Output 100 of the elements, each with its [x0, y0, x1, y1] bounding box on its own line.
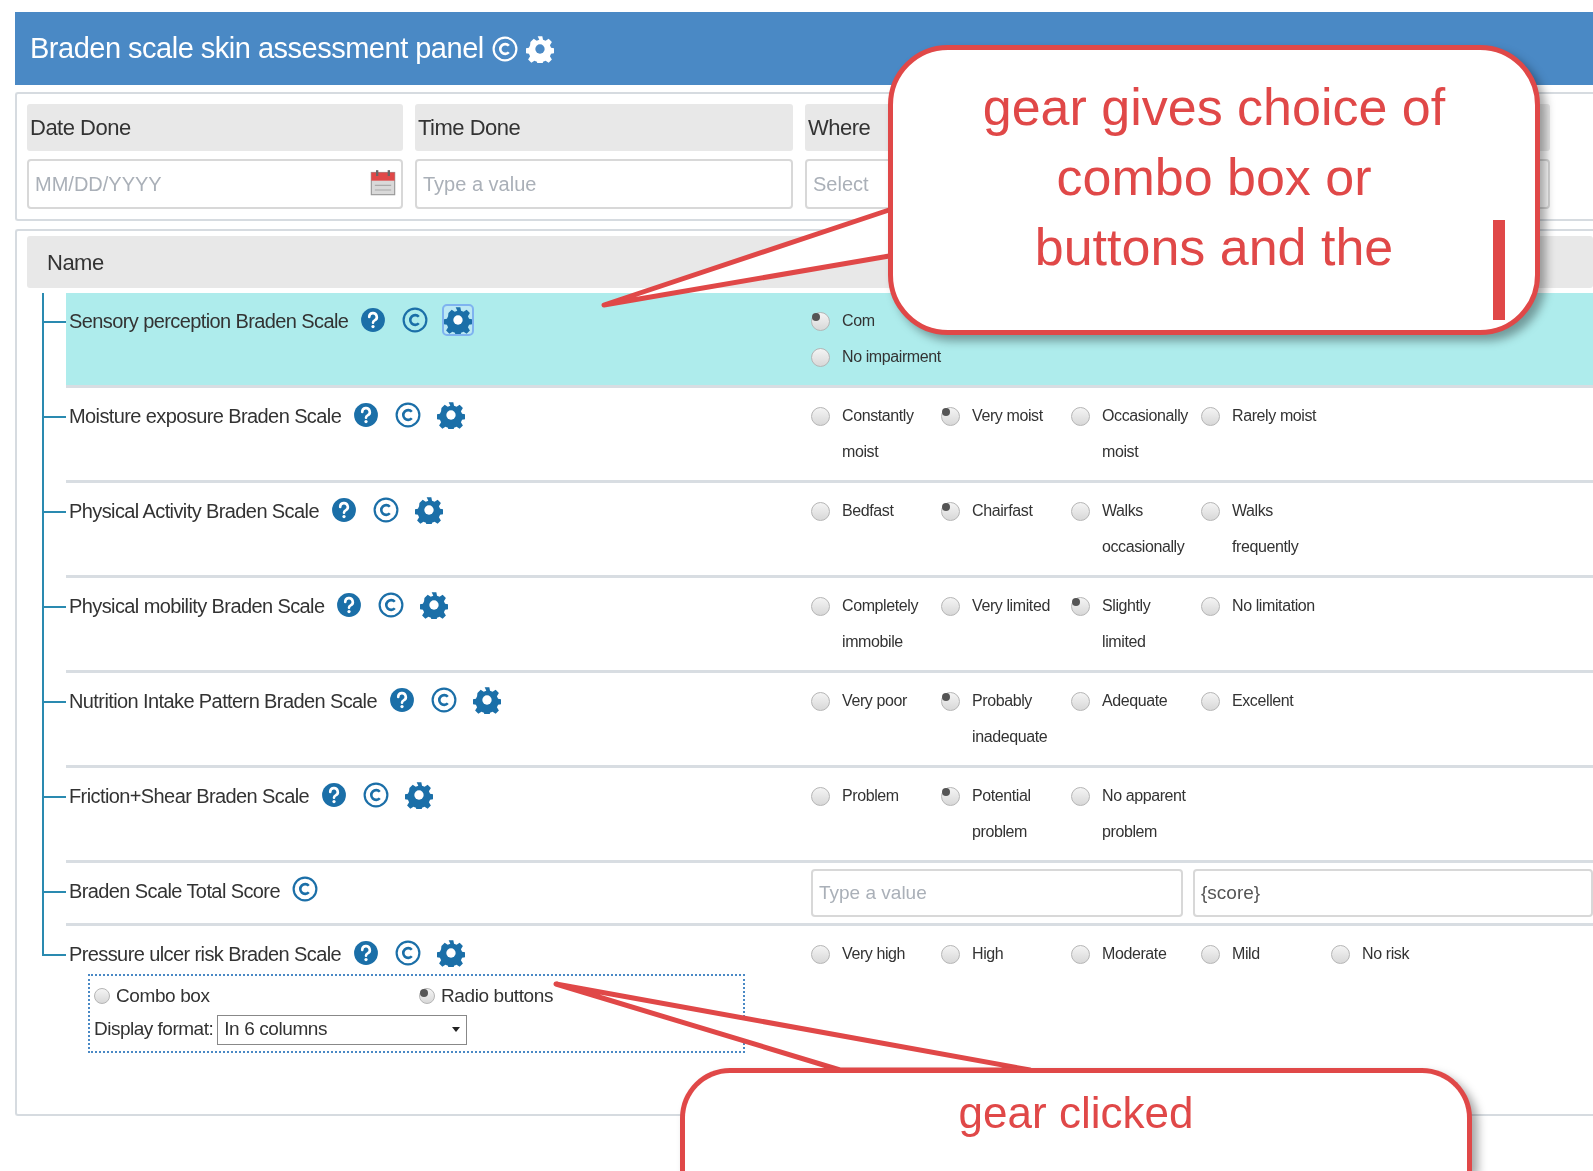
callout-text: gear gives choice of combo box or buttons and the [981, 77, 1447, 278]
copyright-icon [291, 876, 318, 902]
radio-button[interactable] [1071, 502, 1090, 521]
radio-button[interactable] [1201, 692, 1220, 711]
help-icon[interactable] [336, 592, 363, 618]
row-label: Friction+Shear Braden Scale [69, 784, 310, 809]
help-icon[interactable] [360, 307, 387, 333]
radio-button[interactable] [941, 597, 960, 616]
option-label[interactable]: No impairment [842, 339, 941, 375]
row-label: Physical Activity Braden Scale [69, 499, 319, 524]
row-label: Nutrition Intake Pattern Braden Scale [69, 689, 377, 714]
radio-button[interactable] [1201, 407, 1220, 426]
option-label[interactable]: Slightly limited [1102, 588, 1196, 660]
settings-icon[interactable] [437, 401, 466, 429]
radio-button[interactable] [1071, 597, 1090, 616]
option-label[interactable]: No risk [1362, 936, 1456, 972]
radio-button[interactable] [811, 787, 830, 806]
option-label[interactable]: Completely immobile [842, 588, 936, 660]
copyright-icon [363, 782, 390, 808]
option-label[interactable]: Radio buttons [441, 982, 554, 1011]
settings-icon[interactable] [405, 781, 434, 809]
settings-icon[interactable] [473, 686, 501, 714]
option-label[interactable]: Walks frequently [1232, 493, 1326, 565]
radio-button[interactable] [811, 348, 830, 367]
help-icon[interactable] [330, 497, 357, 523]
radio-button[interactable] [941, 502, 960, 521]
copyright-icon [395, 402, 422, 428]
option-label[interactable]: Excellent [1232, 683, 1326, 719]
option-label[interactable]: Occasionally moist [1102, 398, 1196, 470]
radio-button[interactable] [811, 312, 830, 331]
copyright-icon [372, 497, 399, 523]
row-label: Moisture exposure Braden Scale [69, 404, 342, 429]
option-label[interactable]: Adequate [1102, 683, 1196, 719]
copyright-icon [431, 687, 457, 713]
settings-icon[interactable] [444, 306, 473, 334]
option-label[interactable]: High [972, 936, 1066, 972]
field-label: Display format: [94, 1017, 214, 1042]
option-label[interactable]: Bedfast [842, 493, 936, 529]
copyright-icon [378, 592, 405, 618]
option-label[interactable]: Very limited [972, 588, 1066, 624]
radio-button[interactable] [941, 945, 960, 964]
radio-button[interactable] [811, 502, 830, 521]
option-label[interactable]: Rarely moist [1232, 398, 1326, 434]
radio-button[interactable] [1201, 945, 1220, 964]
settings-icon[interactable] [414, 496, 443, 524]
help-icon[interactable] [353, 940, 380, 966]
copyright-icon [491, 35, 518, 62]
option-label[interactable]: Constantly moist [842, 398, 936, 470]
settings-icon[interactable] [525, 34, 554, 63]
panel-title: Braden scale skin assessment panel [30, 30, 484, 66]
input-field[interactable]: Type a value [415, 159, 793, 209]
help-icon[interactable] [389, 687, 415, 713]
radio-button[interactable] [1201, 502, 1220, 521]
settings-icon[interactable] [420, 591, 449, 619]
radio-button[interactable] [811, 597, 830, 616]
radio-button[interactable] [94, 988, 110, 1005]
radio-button[interactable] [1331, 945, 1350, 964]
option-label[interactable]: Chairfast [972, 493, 1066, 529]
option-label[interactable]: No limitation [1232, 588, 1326, 624]
option-label[interactable]: Moderate [1102, 936, 1196, 972]
option-label[interactable]: Very high [842, 936, 936, 972]
radio-button[interactable] [941, 407, 960, 426]
radio-button[interactable] [1071, 407, 1090, 426]
input-field[interactable]: Type a value [811, 869, 1183, 917]
help-icon[interactable] [321, 782, 348, 808]
column-header: Name [47, 248, 104, 277]
radio-button[interactable] [1071, 692, 1090, 711]
option-label[interactable]: No apparent problem [1102, 778, 1196, 850]
radio-button[interactable] [941, 787, 960, 806]
input-field[interactable]: {score} [1193, 869, 1593, 917]
help-icon[interactable] [353, 402, 380, 428]
row-label: Pressure ulcer risk Braden Scale [69, 942, 342, 967]
option-label[interactable]: Very poor [842, 683, 936, 719]
caret-icon [452, 1027, 461, 1032]
radio-button[interactable] [811, 692, 830, 711]
field-label: Date Done [30, 114, 131, 142]
radio-button[interactable] [1201, 597, 1220, 616]
calendar-icon[interactable] [369, 169, 397, 197]
radio-button[interactable] [1071, 787, 1090, 806]
radio-button[interactable] [419, 988, 435, 1005]
option-label[interactable]: Probably inadequate [972, 683, 1066, 755]
option-label[interactable]: Walks occasionally [1102, 493, 1196, 565]
row-label: Sensory perception Braden Scale [69, 309, 349, 334]
option-label[interactable]: Potential problem [972, 778, 1066, 850]
field-label: Where [808, 114, 871, 142]
option-label[interactable]: Mild [1232, 936, 1326, 972]
radio-button[interactable] [941, 692, 960, 711]
option-label[interactable]: Combo box [116, 982, 210, 1011]
radio-button[interactable] [1071, 945, 1090, 964]
option-label[interactable]: Problem [842, 778, 936, 814]
format-dropdown[interactable]: In 6 columns [217, 1014, 468, 1045]
row-label: Braden Scale Total Score [69, 879, 280, 904]
copyright-icon [395, 940, 422, 966]
callout-text: gear clicked [958, 1087, 1194, 1139]
option-label[interactable]: Com [842, 303, 875, 339]
date-field[interactable]: MM/DD/YYYY [27, 159, 403, 209]
radio-button[interactable] [811, 945, 830, 964]
settings-icon[interactable] [437, 939, 466, 967]
radio-button[interactable] [811, 407, 830, 426]
option-label[interactable]: Very moist [972, 398, 1066, 434]
